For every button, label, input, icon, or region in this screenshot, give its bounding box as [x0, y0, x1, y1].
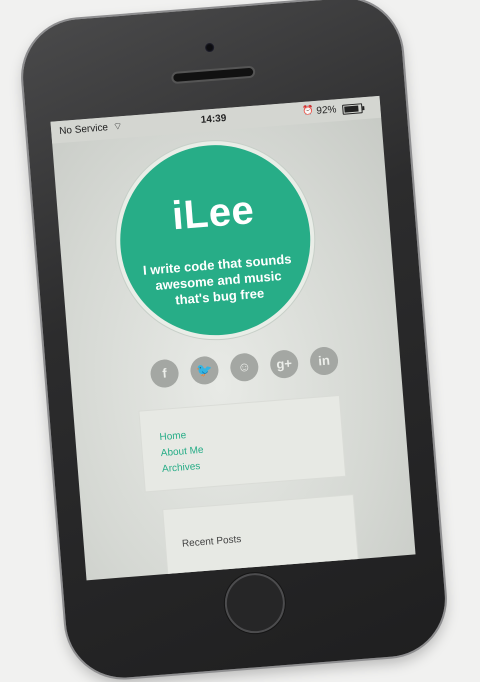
nav-item-archives[interactable]: Archives	[162, 461, 201, 475]
battery-icon	[342, 103, 363, 115]
github-icon[interactable]: ☺	[229, 352, 260, 383]
facebook-icon[interactable]: f	[149, 358, 180, 389]
front-camera	[204, 42, 215, 53]
recent-posts-title: Recent Posts	[181, 534, 242, 550]
linkedin-icon[interactable]: in	[309, 345, 340, 377]
wifi-icon: ⌔	[112, 121, 123, 133]
twitter-icon[interactable]: 🐦	[189, 355, 220, 386]
alarm-icon: ⏰	[302, 105, 314, 116]
phone-screen: No Service ⌔ 14:39 ⏰ 92% iLee I write co…	[50, 95, 416, 581]
hero-circle: iLee I write code that sounds awesome an…	[113, 138, 318, 343]
site-title[interactable]: iLee	[117, 184, 310, 244]
social-links: f 🐦 ☺ g+ in	[149, 343, 372, 392]
status-bar: No Service ⌔ 14:39 ⏰ 92%	[50, 95, 382, 144]
phone: No Service ⌔ 14:39 ⏰ 92% iLee I write co…	[18, 0, 450, 682]
nav-item-home[interactable]: Home	[159, 430, 186, 443]
google-plus-icon[interactable]: g+	[269, 349, 300, 380]
nav-item-about-me[interactable]: About Me	[160, 445, 204, 459]
recent-posts-widget: Recent Posts	[163, 495, 359, 581]
nav-menu: Home About Me Archives	[139, 395, 346, 492]
home-button[interactable]	[222, 570, 288, 636]
earpiece-speaker	[173, 67, 254, 82]
site-tagline: I write code that sounds awesome and mus…	[142, 251, 292, 308]
carrier-label: No Service	[58, 122, 109, 138]
clock: 14:39	[200, 112, 227, 126]
battery-percent: 92%	[316, 104, 337, 117]
